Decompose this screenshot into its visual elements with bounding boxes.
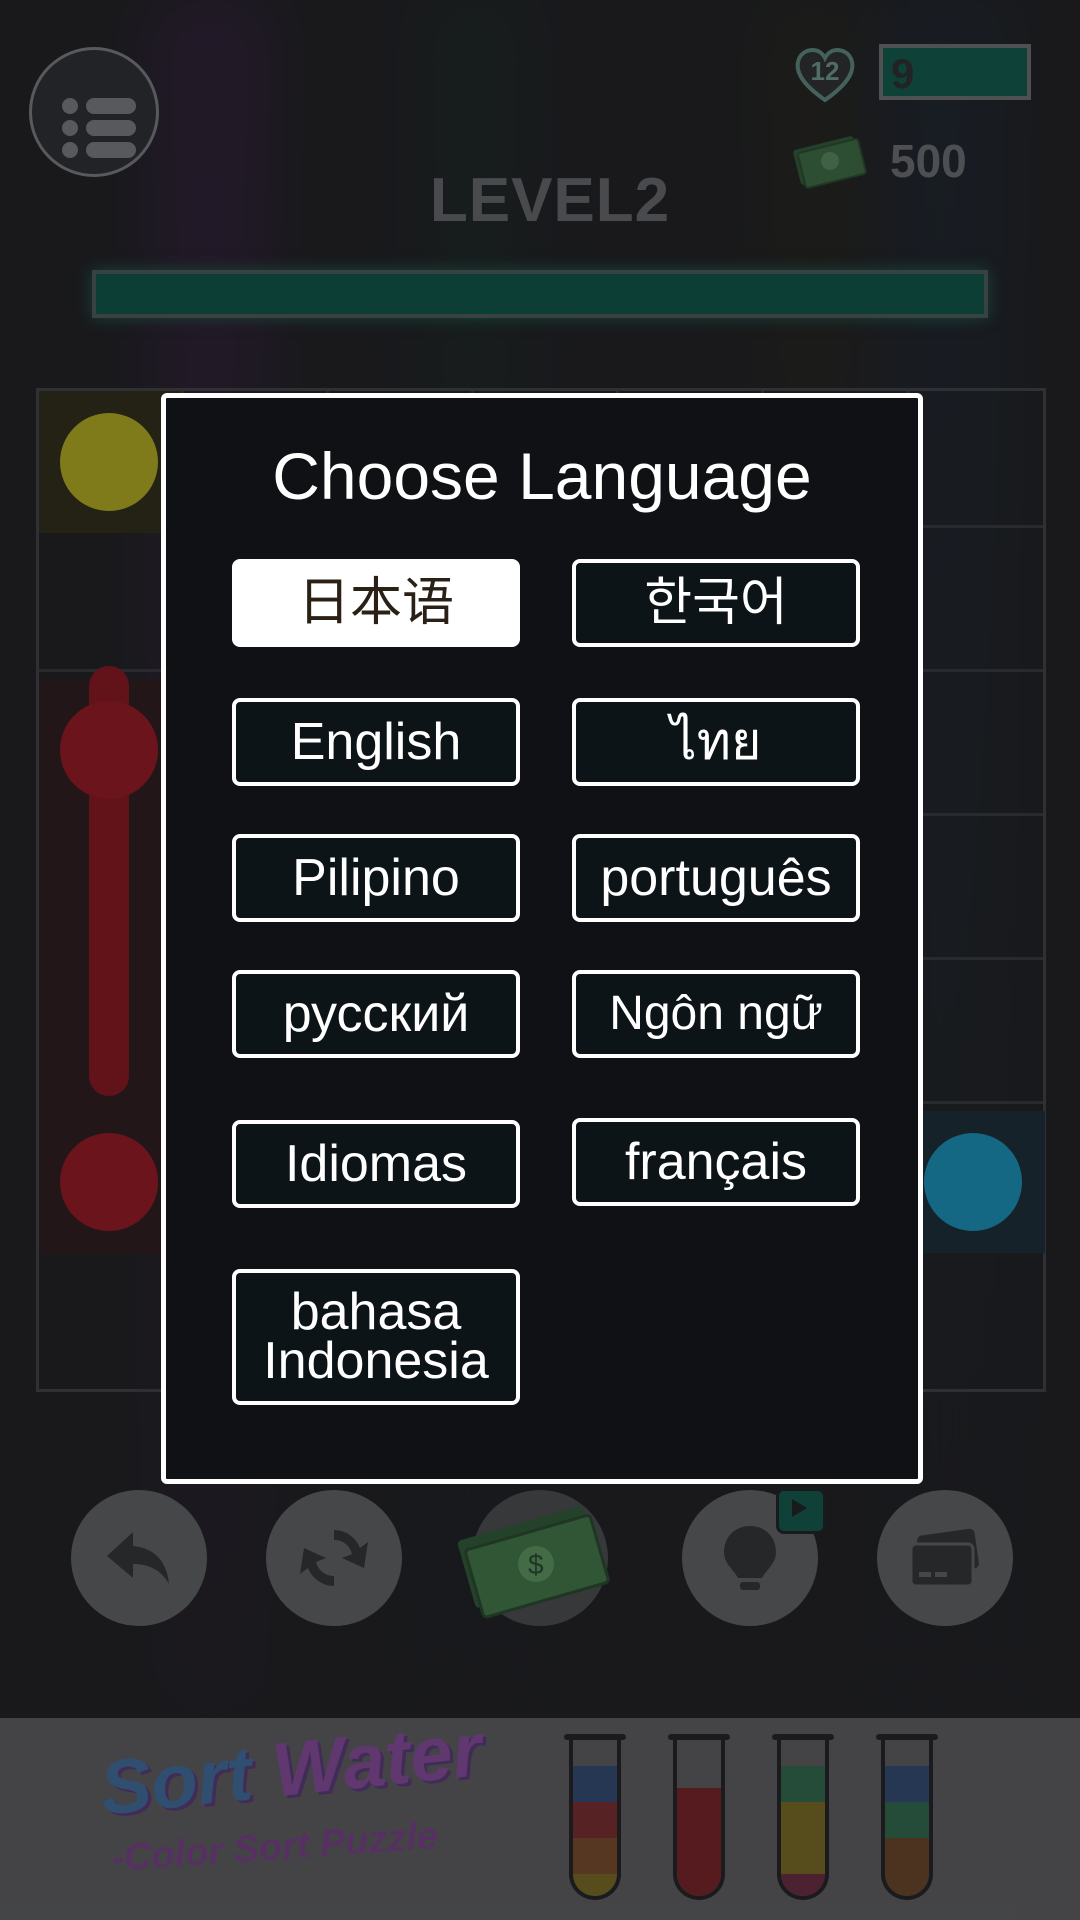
language-option-portuguese[interactable]: português: [572, 834, 860, 922]
language-option-french[interactable]: français: [572, 1118, 860, 1206]
language-option-indonesian[interactable]: bahasa Indonesia: [232, 1269, 520, 1405]
language-option-korean[interactable]: 한국어: [572, 559, 860, 647]
language-option-english[interactable]: English: [232, 698, 520, 786]
choose-language-dialog: Choose Language 日本语 한국어 English ไทย Pili…: [161, 393, 923, 1484]
language-option-filipino[interactable]: Pilipino: [232, 834, 520, 922]
language-option-spanish[interactable]: Idiomas: [232, 1120, 520, 1208]
dialog-title: Choose Language: [272, 439, 812, 513]
language-option-vietnamese[interactable]: Ngôn ngữ: [572, 970, 860, 1058]
language-option-russian[interactable]: русский: [232, 970, 520, 1058]
language-option-japanese[interactable]: 日本语: [232, 559, 520, 647]
language-option-thai[interactable]: ไทย: [572, 698, 860, 786]
